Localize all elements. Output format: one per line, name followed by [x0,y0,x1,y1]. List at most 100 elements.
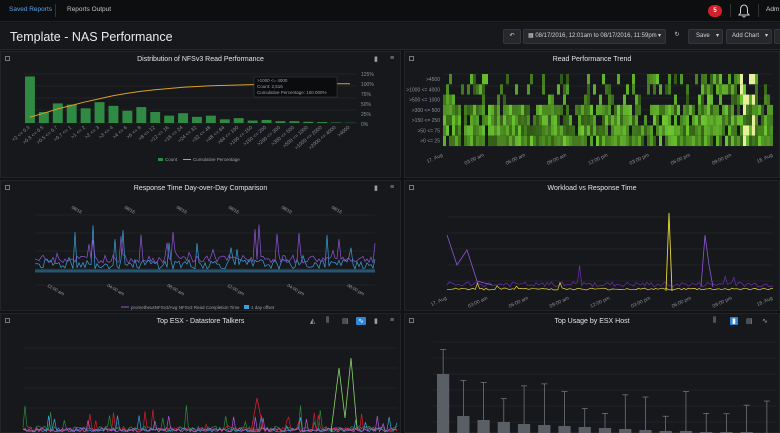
heat-cell [692,125,695,136]
heat-cell [737,115,740,126]
bar-chart-icon[interactable]: ▮ [374,184,378,192]
column-chart-icon[interactable]: ⫼ [713,317,716,325]
heat-cell [464,135,467,146]
heat-cell [689,135,692,146]
top-axis-label: 08/16 [71,205,84,215]
heat-cell [686,104,689,116]
heat-cell [719,125,722,136]
heat-cell [566,74,569,85]
heat-cell [599,104,602,116]
more-button[interactable] [774,29,780,44]
refresh-button[interactable]: ↻ [670,29,684,44]
heat-cell [560,135,563,146]
heat-cell [482,84,485,95]
heat-cell [656,74,659,85]
heat-cell [716,115,719,126]
tab-reports-output[interactable]: Reports Output [67,6,111,13]
heat-cell [527,84,530,95]
heat-cell [608,84,611,95]
heat-cell [599,125,602,136]
notification-badge[interactable]: 5 [708,5,722,17]
bar-chart-icon[interactable]: ▮ [730,317,738,325]
heat-cell [632,115,635,126]
bar [578,427,591,433]
heat-cell [677,135,680,146]
workload-chart: 17. Aug 03:00 am 06:00 am 09:00 am 12:00 pm 0… [430,212,774,310]
heat-cell [539,104,542,116]
heat-cell [482,104,485,116]
heat-cell [680,125,683,136]
heat-cell [470,125,473,136]
heat-cell [443,135,446,146]
heat-cell [722,104,725,116]
heat-cell [662,125,665,136]
panel-title: Top Usage by ESX Host [554,318,630,325]
panel-title: Distribution of NFSv3 Read Performance [137,56,264,63]
save-button[interactable]: Save ▾ [688,29,723,44]
menu-icon[interactable]: ≡ [390,317,394,324]
table-icon[interactable]: ▤ [746,317,753,325]
heatmap-chart: >4500 >1000 <= 4000 >500 <= 1000 >300 <= 50… [406,73,774,167]
heat-cell [746,115,749,126]
heat-cell [617,115,620,126]
heat-cell [599,94,602,105]
heat-cell [446,84,449,95]
heat-cell [662,104,665,116]
column-chart-icon[interactable]: ⫼ [326,317,329,325]
heat-cell [515,104,518,116]
bar [94,102,105,123]
panel-title: Response Time Day-over-Day Comparison [133,185,268,192]
heat-cell [473,115,476,126]
heat-cell [518,115,521,126]
heat-cell [719,115,722,126]
heat-cell [647,84,650,95]
tab-saved-reports[interactable]: Saved Reports [9,6,52,13]
heat-cell [650,135,653,146]
page-header: Template - NAS Performance ↶ ▦ 08/17/201… [0,23,780,50]
heat-cell [635,135,638,146]
bar-chart-icon[interactable]: ▮ [374,317,378,325]
heat-cell [602,125,605,136]
heat-cell [755,135,758,146]
heat-cell [692,115,695,126]
panel-title: Top ESX - Datastore Talkers [156,318,245,325]
heat-cell [635,94,638,105]
menu-icon[interactable]: ≡ [390,55,394,62]
heat-cell [704,104,707,116]
heat-cell [569,125,572,136]
date-range-picker[interactable]: ▦ 08/17/2016, 12:01am to 08/17/2016, 11:… [523,29,666,44]
talkers-chart [22,347,398,433]
heat-cell [731,84,734,95]
heat-cell [590,135,593,146]
heat-cell [755,74,758,85]
heat-cell [524,104,527,116]
bar [477,420,490,433]
heat-cell [752,94,755,105]
heat-cell [626,104,629,116]
x-tick-label: >4000 [337,125,352,139]
heat-cell [638,104,641,116]
heat-cell [494,125,497,136]
heat-cell [551,125,554,136]
refresh-icon: ↻ [674,32,680,38]
save-label: Save [696,33,710,39]
x-tick-label: 17. Aug [430,295,448,308]
bell-icon[interactable] [738,4,750,18]
back-button[interactable]: ↶ [503,29,521,44]
menu-icon[interactable]: ≡ [390,184,394,191]
line-chart-icon[interactable]: ∿ [762,317,768,325]
add-chart-button[interactable]: Add Chart ▾ [726,29,772,44]
bar-chart-icon[interactable]: ▮ [374,55,378,63]
area-chart-icon[interactable]: ◭ [310,317,315,325]
heat-cell [638,135,641,146]
heat-cell [704,115,707,126]
chevron-down-icon: ▾ [657,33,661,39]
heat-cell [581,125,584,136]
undo-icon: ↶ [509,33,515,39]
user-menu[interactable]: Adm [766,6,779,13]
legend-label: 1 day offset [251,305,275,310]
heat-cell [542,125,545,136]
line-chart-icon[interactable]: ∿ [356,317,366,325]
table-icon[interactable]: ▤ [342,317,349,325]
heat-cell [467,135,470,146]
